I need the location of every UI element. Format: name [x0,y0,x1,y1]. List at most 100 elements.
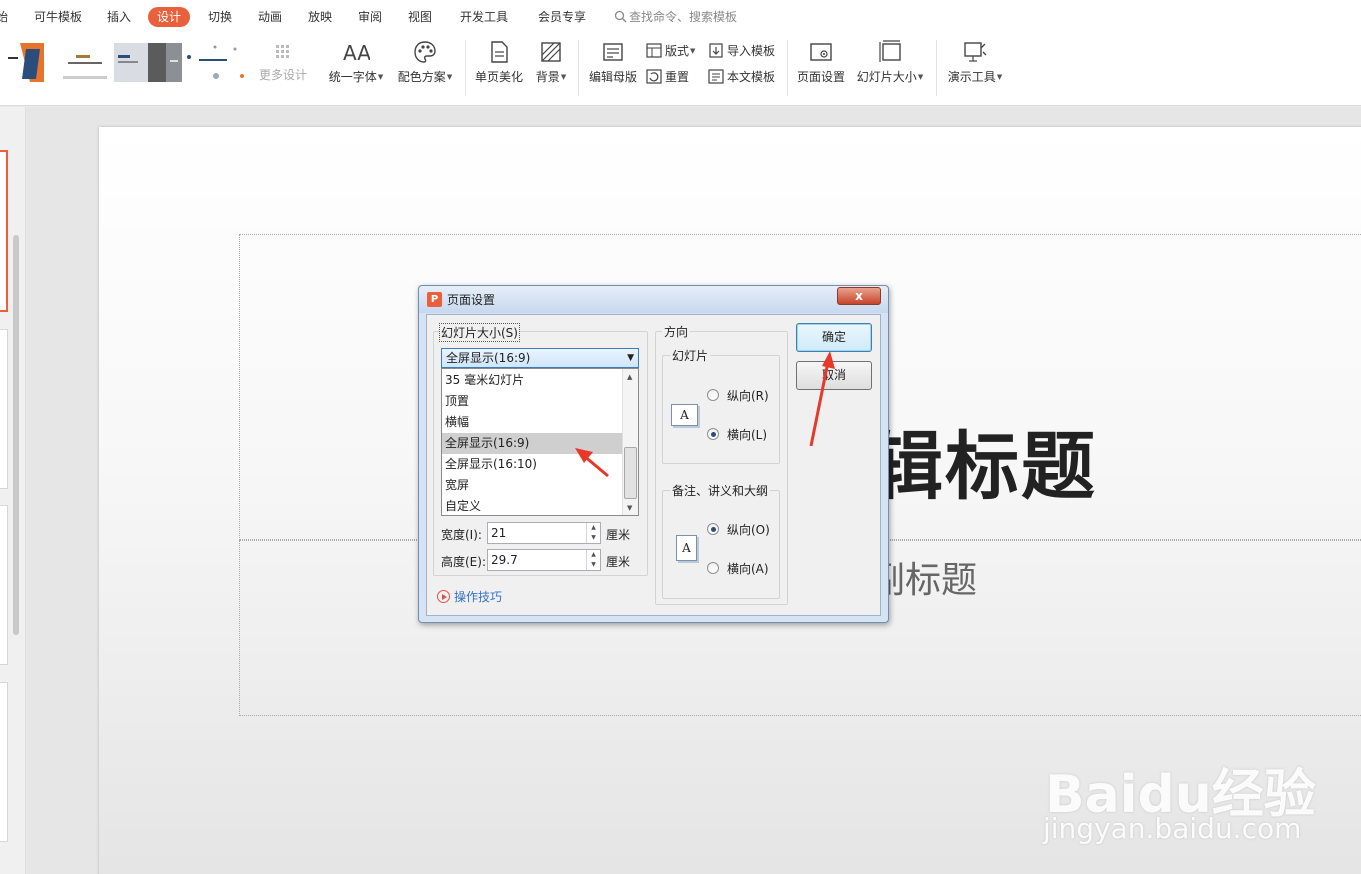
tab-developer[interactable]: 开发工具 [460,7,508,27]
tab-review[interactable]: 审阅 [358,7,382,27]
tips-link[interactable]: 操作技巧 [437,588,502,605]
slides-landscape-label: 横向(L) [727,428,768,442]
size-option[interactable]: 自定义 [442,496,622,515]
text-template-label: 本文模板 [727,70,776,84]
slide-size-group-label: 幻灯片大小(S) [439,323,520,342]
design-thumbnail-5[interactable] [185,43,249,82]
reset-label: 重置 [665,70,690,84]
page-setup-button[interactable]: 页面设置 [793,40,849,85]
design-thumbnail-3[interactable] [114,43,148,82]
scroll-down-icon[interactable]: ▼ [627,504,632,512]
layout-label: 版式 [665,44,690,58]
width-input[interactable]: 21 ▲ ▼ [487,522,601,544]
tips-label: 操作技巧 [454,590,503,604]
tab-design[interactable]: 设计 [148,7,191,27]
layout-button[interactable]: 版式▼ [646,42,695,60]
design-thumbnail-1[interactable] [6,43,44,82]
page-icon [491,41,508,63]
import-template-label: 导入模板 [727,44,776,58]
text-template-icon [708,69,724,84]
design-thumbnail-2[interactable] [60,43,110,82]
landscape-page-icon: A [671,404,698,426]
import-icon [709,43,723,58]
slide-size-dropdown-list: 35 毫米幻灯片 顶置 横幅 全屏显示(16:9) 全屏显示(16:10) 宽屏… [441,368,639,516]
tab-member[interactable]: 会员专享 [538,7,586,27]
single-page-beautify-button[interactable]: 单页美化 [472,40,526,85]
dialog-titlebar[interactable]: P 页面设置 x [419,286,888,313]
size-option[interactable]: 横幅 [442,412,622,433]
tab-start[interactable]: 始 [0,7,8,27]
height-stepper-icon[interactable]: ▲ ▼ [586,550,600,570]
scrollbar-thumb[interactable] [624,447,637,499]
notes-portrait-label: 纵向(O) [727,523,770,537]
size-option[interactable]: 全屏显示(16:10) [442,454,622,475]
slide-thumbnail-1[interactable] [0,150,8,312]
unify-font-button[interactable]: AA 统一字体▼ [325,40,387,85]
color-scheme-button[interactable]: 配色方案▼ [393,40,457,85]
height-label: 高度(E): [441,555,486,569]
thumbnail-scrollbar[interactable] [13,235,19,635]
cancel-button[interactable]: 取消 [796,361,872,390]
slide-thumbnail-4[interactable] [0,682,8,842]
design-thumbnail-4[interactable] [148,43,182,82]
slides-portrait-label: 纵向(R) [727,389,769,403]
slide-size-select[interactable]: 全屏显示(16:9) ▼ [441,348,639,368]
text-template-button[interactable]: 本文模板 [708,68,775,86]
layout-icon [646,43,662,58]
slides-landscape-radio[interactable] [707,428,719,440]
height-value: 29.7 [491,553,518,567]
height-input[interactable]: 29.7 ▲ ▼ [487,549,601,571]
slides-portrait-radio[interactable] [707,389,719,401]
ok-button[interactable]: 确定 [796,323,872,352]
slide-size-label: 幻灯片大小 [856,70,917,84]
tab-transitions[interactable]: 切换 [208,7,232,27]
portrait-page-icon: A [676,535,697,561]
dropdown-caret-icon: ▼ [690,47,696,55]
slide-size-button[interactable]: 幻灯片大小▼ [853,40,927,85]
ribbon-divider [578,40,579,96]
palette-icon [414,41,436,63]
dropdown-caret-icon: ▼ [560,73,567,81]
edit-master-button[interactable]: 编辑母版 [586,40,640,85]
width-value: 21 [491,526,507,540]
ribbon-divider [936,40,937,96]
tab-insert[interactable]: 插入 [107,7,131,27]
scroll-up-icon[interactable]: ▲ [627,373,632,381]
dropdown-scrollbar[interactable]: ▲ ▼ [622,369,638,515]
notes-landscape-radio[interactable] [707,562,719,574]
font-icon: AA [343,41,370,64]
presentation-tools-button[interactable]: 演示工具▼ [944,40,1006,85]
color-scheme-label: 配色方案 [397,70,446,84]
tab-view[interactable]: 视图 [408,7,432,27]
width-stepper-icon[interactable]: ▲ ▼ [586,523,600,543]
more-design-button[interactable]: 更多设计 [257,42,309,83]
grid-icon [276,45,289,58]
tab-slideshow[interactable]: 放映 [308,7,332,27]
close-button[interactable]: x [837,287,881,305]
unify-font-label: 统一字体 [328,70,377,84]
size-option[interactable]: 顶置 [442,391,622,412]
tab-keniu-templates[interactable]: 可牛模板 [34,7,82,27]
size-option[interactable]: 宽屏 [442,475,622,496]
background-icon [541,42,561,62]
command-search[interactable]: 查找命令、搜索模板 [614,7,737,27]
chevron-down-icon: ▼ [627,353,634,363]
slide-thumbnail-2[interactable] [0,329,8,489]
tools-icon [964,42,987,62]
watermark-url: jingyan.baidu.com [1043,812,1302,845]
notes-landscape-label: 横向(A) [727,562,769,576]
notes-portrait-radio[interactable] [707,523,719,535]
page-setup-icon [810,43,832,61]
tab-animation[interactable]: 动画 [258,7,282,27]
edit-master-label: 编辑母版 [588,70,637,84]
background-button[interactable]: 背景▼ [532,40,570,85]
slide-title: 辑标题 [869,424,1097,510]
size-option[interactable]: 35 毫米幻灯片 [442,370,622,391]
width-unit: 厘米 [606,528,631,542]
reset-button[interactable]: 重置 [646,68,689,86]
slide-thumbnail-3[interactable] [0,505,8,665]
import-template-button[interactable]: 导入模板 [708,42,775,60]
ribbon-divider [787,40,788,96]
size-option-hovered[interactable]: 全屏显示(16:9) [442,433,622,454]
background-label: 背景 [535,70,560,84]
